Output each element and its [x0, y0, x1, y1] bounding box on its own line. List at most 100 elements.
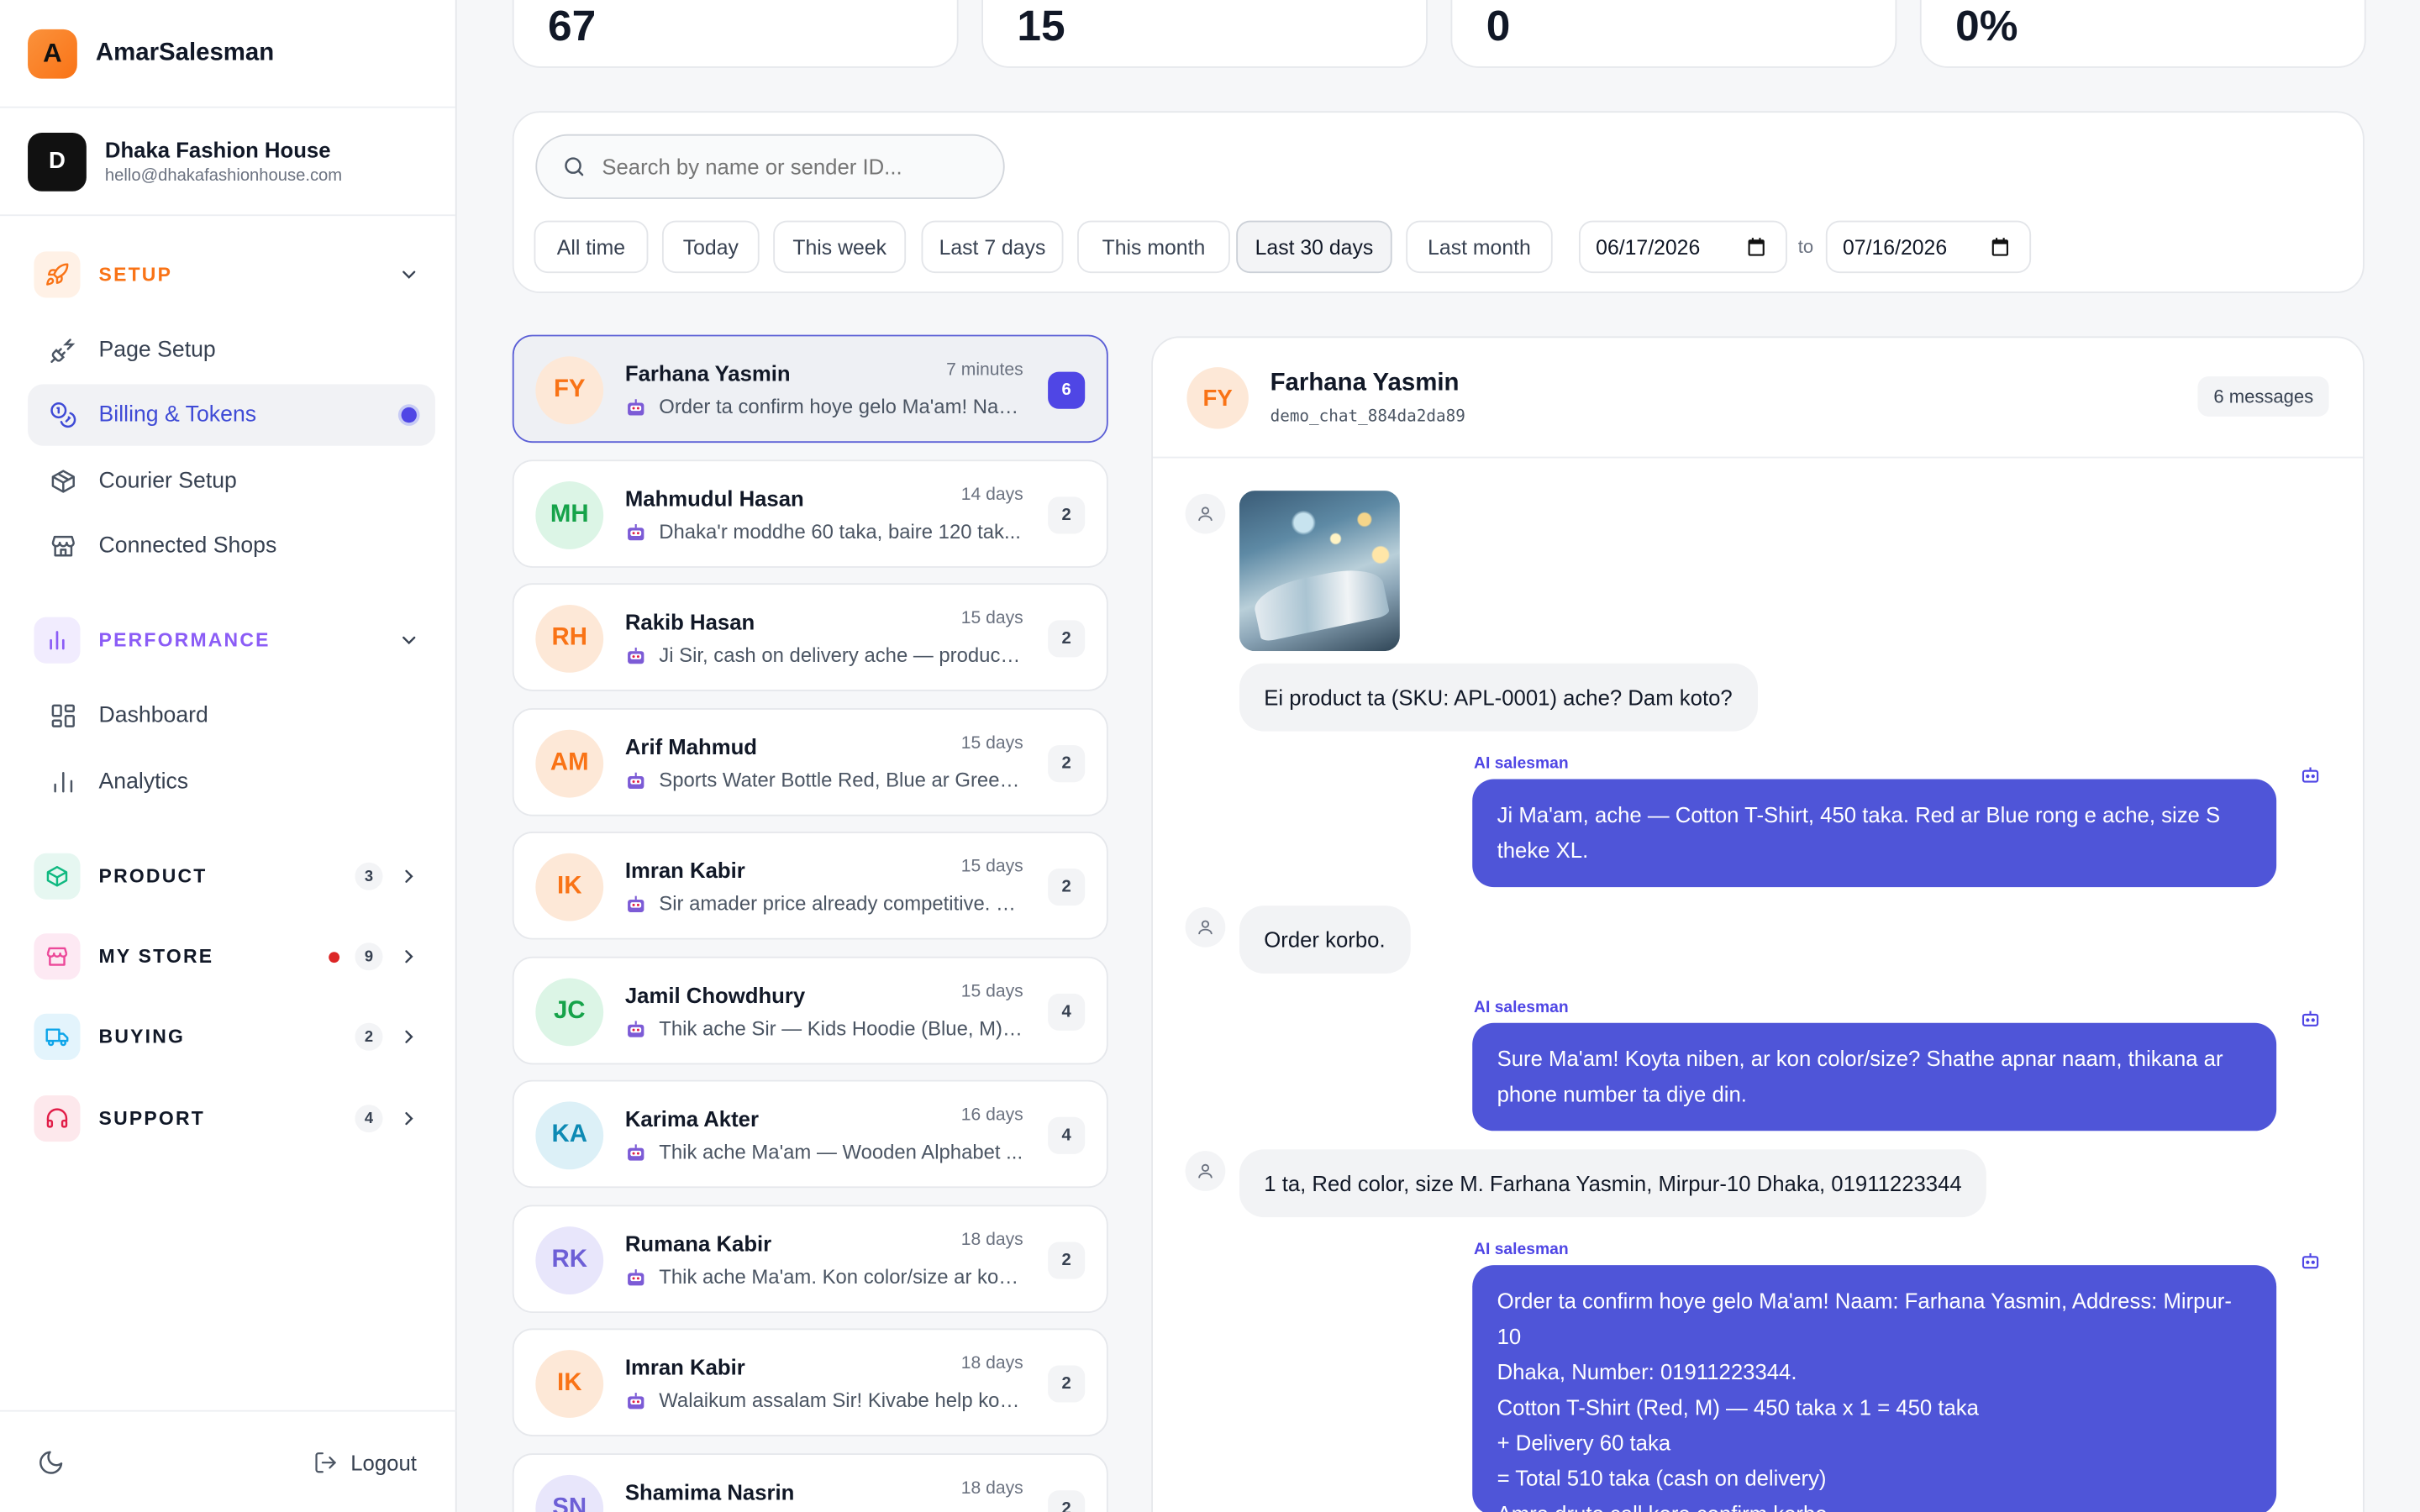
nav-section-performance[interactable]: PERFORMANCE	[28, 609, 435, 670]
bot-icon	[2302, 1253, 2319, 1269]
count-badge: 2	[355, 1022, 383, 1051]
nav-section-label: PERFORMANCE	[98, 629, 271, 652]
conversation-preview: Sir amader price already competitive. C.…	[625, 892, 1023, 915]
logout-button[interactable]: Logout	[313, 1450, 417, 1474]
filter-chip-this-month[interactable]: This month	[1077, 220, 1230, 274]
filter-chip-this-week[interactable]: This week	[773, 220, 907, 274]
headset-icon	[34, 1095, 81, 1142]
date-to-input[interactable]: 07/16/2026	[1825, 220, 2032, 274]
package-icon	[51, 470, 75, 493]
nav-item-label: Analytics	[98, 769, 189, 795]
chevron-down-icon	[402, 270, 416, 279]
conversation-item[interactable]: KA Karima Akter 16 days Thik ache Ma'am — W…	[512, 1079, 1108, 1189]
conversation-item[interactable]: MH Mahmudul Hasan 14 days Dhaka'r moddhe 60…	[512, 459, 1108, 567]
customer-message: Ei product ta (SKU: APL-0001) ache? Dam …	[1239, 663, 1758, 732]
chevron-right-icon	[405, 1112, 413, 1126]
nav-item-courier-setup[interactable]: Courier Setup	[28, 450, 435, 512]
preview-text: Ji Sir, cash on delivery ache — product …	[659, 643, 1023, 667]
filter-chip-all-time[interactable]: All time	[534, 220, 649, 274]
message-line: Ji Ma'am, ache — Cotton T-Shirt, 450 tak…	[1497, 802, 2221, 827]
message-count-badge: 2	[1048, 1241, 1086, 1278]
bot-icon	[625, 769, 647, 791]
preview-text: Thik ache Sir — Kids Hoodie (Blue, M) x.…	[659, 1016, 1023, 1040]
message-count-badge: 4	[1048, 992, 1086, 1030]
filter-chip-last-month[interactable]: Last month	[1406, 220, 1553, 274]
nav-item-page-setup[interactable]: Page Setup	[28, 319, 435, 381]
stat-card: 0%	[1919, 0, 2366, 68]
conversation-item[interactable]: RK Rumana Kabir 18 days Thik ache Ma'am. Ko…	[512, 1204, 1108, 1313]
customer-message: Order korbo.	[1239, 906, 1410, 974]
shop-avatar: D	[28, 132, 87, 191]
nav-item-connected-shops[interactable]: Connected Shops	[28, 515, 435, 576]
nav-section-label: PRODUCT	[98, 865, 208, 888]
customer-product-image[interactable]	[1239, 491, 1400, 652]
brand-name: AmarSalesman	[95, 39, 275, 66]
nav-item-dashboard[interactable]: Dashboard	[28, 685, 435, 746]
nav-section-product[interactable]: PRODUCT 3	[28, 846, 435, 907]
bot-icon	[625, 1017, 647, 1039]
conversation-item[interactable]: FY Farhana Yasmin 7 minutes Order ta confir…	[512, 334, 1108, 444]
date-from-input[interactable]: 06/17/2026	[1578, 220, 1787, 274]
search-input[interactable]	[602, 154, 988, 180]
app-root: A AmarSalesman D Dhaka Fashion House hel…	[0, 0, 2420, 1512]
stat-card: 67	[512, 0, 959, 68]
bot-icon	[625, 521, 647, 543]
avatar: FY	[535, 356, 604, 425]
count-badge: 9	[355, 942, 383, 971]
avatar: KA	[535, 1101, 604, 1170]
date-from-value: 06/17/2026	[1596, 235, 1701, 259]
conversation-name: Karima Akter	[624, 1105, 759, 1131]
user-icon	[1185, 493, 1226, 534]
conversation-item[interactable]: JC Jamil Chowdhury 15 days Thik ache Sir — …	[512, 955, 1108, 1064]
ai-salesman-label: AI salesman	[1474, 998, 1569, 1017]
conversation-name: Jamil Chowdhury	[624, 982, 806, 1007]
stat-value: 0	[1486, 1, 1511, 50]
message-line: Dhaka, Number: 01911223344.	[1497, 1359, 1797, 1384]
coins-icon	[50, 402, 76, 428]
rocket-icon	[34, 251, 81, 298]
brand[interactable]: A AmarSalesman	[0, 0, 455, 108]
bot-icon	[625, 645, 647, 667]
chat-contact-name: Farhana Yasmin	[1270, 370, 1460, 397]
filter-chip-today[interactable]: Today	[661, 220, 760, 274]
bot-icon	[625, 396, 647, 418]
nav-item-billing-tokens[interactable]: Billing & Tokens	[28, 384, 435, 446]
conversation-time: 18 days	[960, 1354, 1023, 1373]
preview-text: Thik ache Ma'am. Kon color/size ar koy..…	[659, 1264, 1023, 1288]
nav-section-setup[interactable]: SETUP	[28, 244, 435, 305]
calendar-icon[interactable]	[1745, 236, 1767, 258]
conversation-item[interactable]: RH Rakib Hasan 15 days Ji Sir, cash on deli…	[512, 583, 1108, 691]
filter-panel: All time Today This week Last 7 days Thi…	[512, 111, 2365, 293]
conversation-item[interactable]: AM Arif Mahmud 15 days Sports Water Bottle …	[512, 707, 1108, 816]
conversation-item[interactable]: SN Shamima Nasrin 18 days 2	[512, 1452, 1108, 1512]
filter-chip-last-7-days[interactable]: Last 7 days	[921, 220, 1064, 274]
message-line: Sure Ma'am! Koyta niben, ar kon color/si…	[1497, 1046, 2223, 1071]
shop-switcher[interactable]: D Dhaka Fashion House hello@dhakafashion…	[0, 108, 455, 217]
nav-section-my-store[interactable]: MY STORE 9	[28, 926, 435, 987]
chevron-right-icon	[405, 1030, 413, 1043]
preview-text: Dhaka'r moddhe 60 taka, baire 120 tak...	[659, 519, 1021, 543]
avatar: RH	[535, 604, 604, 673]
message-line: + Delivery 60 taka	[1497, 1430, 1671, 1456]
conversation-name: Arif Mahmud	[624, 733, 758, 759]
stat-value: 15	[1017, 1, 1065, 50]
message-line: = Total 510 taka (cash on delivery)	[1497, 1465, 1827, 1491]
message-count-badge: 6 messages	[2198, 376, 2329, 417]
calendar-icon[interactable]	[1990, 236, 2012, 258]
message-count-badge: 2	[1048, 744, 1086, 782]
conversation-time: 15 days	[960, 733, 1023, 753]
analytics-icon	[54, 771, 73, 793]
nav-item-analytics[interactable]: Analytics	[28, 751, 435, 812]
filter-chip-last-30-days[interactable]: Last 30 days	[1236, 220, 1392, 274]
conversation-time: 14 days	[960, 485, 1023, 504]
moon-icon[interactable]	[37, 1448, 65, 1476]
sidebar-footer: Logout	[0, 1410, 457, 1512]
conversation-item[interactable]: IK Imran Kabir 18 days Walaikum assalam Sir…	[512, 1328, 1108, 1436]
conversation-time: 18 days	[960, 1478, 1023, 1498]
ai-salesman-label: AI salesman	[1474, 754, 1569, 774]
conversation-item[interactable]: IK Imran Kabir 15 days Sir amader price alr…	[512, 831, 1108, 940]
conversation-name: Rumana Kabir	[624, 1230, 772, 1256]
logout-label: Logout	[350, 1449, 417, 1474]
nav-section-support[interactable]: SUPPORT 4	[28, 1088, 435, 1149]
nav-section-buying[interactable]: BUYING 2	[28, 1006, 435, 1068]
